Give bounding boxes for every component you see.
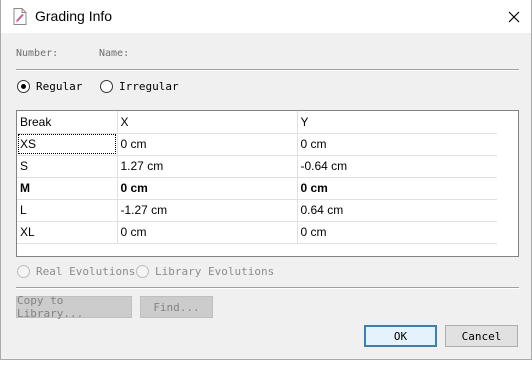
real-evolutions-label: Real Evolutions: [36, 265, 136, 278]
grading-info-dialog: Grading Info Number: Name: Regular Irreg…: [0, 0, 532, 360]
y-cell[interactable]: 0 cm: [297, 177, 497, 200]
column-header-break[interactable]: Break: [17, 111, 118, 134]
y-cell[interactable]: 0.64 cm: [297, 199, 497, 222]
ok-button[interactable]: OK: [364, 325, 437, 347]
table-row[interactable]: L -1.27 cm 0.64 cm: [17, 199, 497, 222]
x-cell[interactable]: 0 cm: [117, 177, 298, 200]
library-evolutions-radio[interactable]: Library Evolutions: [136, 265, 274, 278]
x-cell[interactable]: 0 cm: [117, 133, 298, 156]
separator: [16, 69, 519, 71]
separator: [16, 287, 519, 289]
irregular-radio[interactable]: Irregular: [100, 80, 179, 93]
cancel-button[interactable]: Cancel: [445, 325, 518, 347]
table-row[interactable]: XS 0 cm 0 cm: [17, 133, 497, 156]
title-bar: Grading Info: [1, 0, 531, 33]
copy-to-library-button[interactable]: Copy to Library...: [16, 294, 132, 320]
break-cell[interactable]: L: [17, 199, 118, 222]
x-cell[interactable]: 1.27 cm: [117, 155, 298, 178]
break-cell[interactable]: S: [17, 155, 118, 178]
break-cell[interactable]: XS: [17, 133, 118, 156]
real-evolutions-radio-button[interactable]: [17, 265, 30, 278]
close-icon: [508, 11, 520, 22]
table-row[interactable]: S 1.27 cm -0.64 cm: [17, 155, 497, 178]
regular-radio[interactable]: Regular: [17, 80, 82, 93]
column-header-x[interactable]: X: [117, 111, 298, 134]
close-button[interactable]: [497, 0, 531, 33]
grading-table: Break X Y XS 0 cm 0 cm S 1.27 cm -0.64 c…: [17, 111, 497, 244]
column-header-y[interactable]: Y: [297, 111, 497, 134]
name-label: Name:: [99, 48, 130, 59]
document-edit-icon: [13, 8, 27, 25]
grading-grid[interactable]: Break X Y XS 0 cm 0 cm S 1.27 cm -0.64 c…: [16, 110, 519, 257]
irregular-radio-label: Irregular: [119, 80, 179, 93]
x-cell[interactable]: -1.27 cm: [117, 199, 298, 222]
y-cell[interactable]: 0 cm: [297, 133, 497, 156]
regular-radio-button[interactable]: [17, 80, 30, 93]
real-evolutions-radio[interactable]: Real Evolutions: [17, 265, 135, 278]
library-evolutions-radio-button[interactable]: [136, 265, 149, 278]
table-header-row: Break X Y: [17, 111, 497, 134]
window-title: Grading Info: [35, 8, 113, 24]
break-cell[interactable]: XL: [17, 221, 118, 244]
number-label: Number:: [16, 48, 59, 59]
find-button[interactable]: Find...: [140, 296, 213, 318]
y-cell[interactable]: 0 cm: [297, 221, 497, 244]
irregular-radio-button[interactable]: [100, 80, 113, 93]
table-row-base-size[interactable]: M 0 cm 0 cm: [17, 177, 497, 200]
y-cell[interactable]: -0.64 cm: [297, 155, 497, 178]
table-row[interactable]: XL 0 cm 0 cm: [17, 221, 497, 244]
x-cell[interactable]: 0 cm: [117, 221, 298, 244]
regular-radio-label: Regular: [36, 80, 83, 93]
break-cell[interactable]: M: [17, 177, 118, 200]
library-evolutions-label: Library Evolutions: [155, 265, 275, 278]
